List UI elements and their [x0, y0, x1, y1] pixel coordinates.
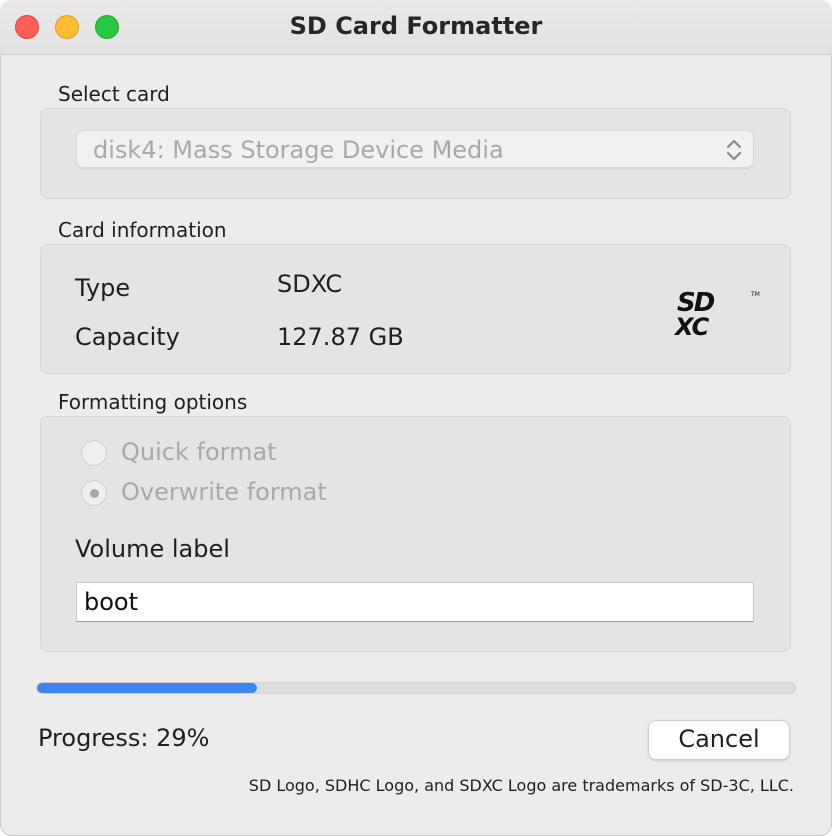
- volume-label-input[interactable]: [76, 582, 754, 622]
- sdxc-logo-icon: SD TM XC: [673, 288, 760, 339]
- svg-text:XC: XC: [673, 313, 710, 339]
- formatting-options-panel: Quick format Overwrite format Volume lab…: [40, 416, 791, 652]
- card-information-panel: Type SDXC Capacity 127.87 GB SD TM XC: [40, 244, 791, 374]
- select-card-panel: disk4: Mass Storage Device Media: [40, 108, 791, 199]
- type-value: SDXC: [277, 270, 343, 298]
- progress-text: Progress: 29%: [38, 724, 210, 752]
- sd-card-formatter-window: SD Card Formatter Select card disk4: Mas…: [0, 0, 832, 836]
- progress-bar: [36, 682, 796, 694]
- svg-text:TM: TM: [750, 291, 760, 298]
- trademark-notice: SD Logo, SDHC Logo, and SDXC Logo are tr…: [248, 776, 794, 795]
- quick-format-radio[interactable]: [81, 440, 107, 466]
- title-bar: SD Card Formatter: [0, 0, 832, 55]
- chevron-updown-icon: [726, 139, 742, 161]
- cancel-button[interactable]: Cancel: [648, 720, 790, 760]
- capacity-value: 127.87 GB: [277, 323, 404, 351]
- window-title: SD Card Formatter: [289, 12, 543, 40]
- progress-bar-fill: [37, 683, 257, 693]
- card-information-label: Card information: [58, 218, 227, 242]
- select-card-label: Select card: [58, 82, 170, 106]
- capacity-label: Capacity: [75, 323, 180, 351]
- formatting-options-label: Formatting options: [58, 390, 248, 414]
- card-select-dropdown[interactable]: disk4: Mass Storage Device Media: [76, 130, 754, 168]
- overwrite-format-label: Overwrite format: [121, 478, 327, 506]
- type-label: Type: [75, 274, 131, 302]
- volume-label-heading: Volume label: [75, 535, 230, 563]
- overwrite-format-radio[interactable]: [81, 480, 107, 506]
- card-select-value: disk4: Mass Storage Device Media: [93, 136, 504, 164]
- quick-format-label: Quick format: [121, 438, 277, 466]
- radio-selected-dot: [90, 489, 99, 498]
